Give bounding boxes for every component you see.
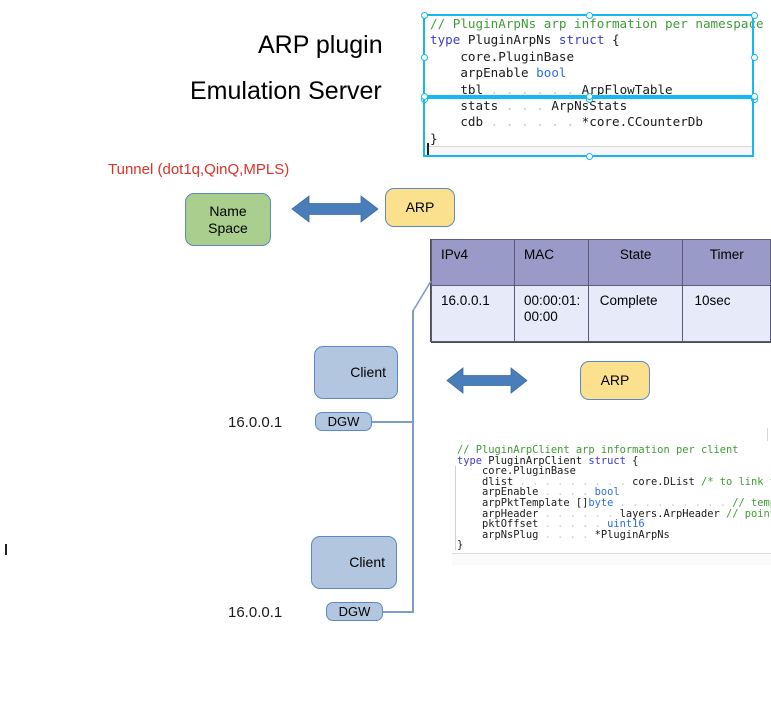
- ip-label-bottom: 16.0.0.1: [228, 604, 283, 621]
- selection-frame-lower[interactable]: [420, 92, 758, 160]
- resize-handle-e[interactable]: [751, 54, 758, 61]
- resize-handle-nw[interactable]: [420, 11, 428, 19]
- resize-handle-n2[interactable]: [586, 92, 593, 100]
- code-client-indent-guide: [455, 466, 456, 550]
- cell-mac-line2: 00:00: [523, 308, 558, 324]
- connector-diagonal-to-table: [412, 280, 432, 312]
- node-dgw-top[interactable]: DGW: [315, 412, 372, 431]
- tunnel-annotation: Tunnel (dot1q,QinQ,MPLS): [108, 161, 290, 178]
- node-arp-top[interactable]: ARP: [385, 188, 455, 227]
- code-block-plugin-arp-client[interactable]: // PluginArpClient arp information per c…: [452, 441, 771, 565]
- connector-stub-bottom-client: [412, 520, 414, 612]
- code-client-bottom-bar: [452, 553, 771, 565]
- resize-handle-s2[interactable]: [586, 153, 593, 160]
- resize-handle-ne2[interactable]: [751, 92, 758, 100]
- connector-branch-dgw-top: [370, 421, 413, 423]
- selection-frame-upper[interactable]: [420, 11, 758, 103]
- node-name-space-line1: Name: [209, 202, 247, 219]
- cell-timer: 10sec: [682, 285, 771, 342]
- connector-stub-top-client: [412, 341, 414, 422]
- code-block-plugin-arp-ns[interactable]: // PluginArpNs arp information per names…: [420, 11, 764, 160]
- ip-label-top: 16.0.0.1: [228, 414, 283, 431]
- cell-state: Complete: [587, 285, 684, 342]
- cell-mac: 00:00:01: 00:00: [513, 285, 589, 342]
- code-text-plugin-arp-client: // PluginArpClient arp information per c…: [457, 444, 771, 552]
- page-title-emulation-server: Emulation Server: [190, 77, 382, 105]
- double-arrow-client-arp: [446, 367, 528, 394]
- connector-branch-dgw-bottom: [379, 611, 413, 613]
- cell-ipv4: 16.0.0.1: [431, 285, 515, 342]
- table-header-mac: MAC: [513, 239, 589, 286]
- resize-handle-ne[interactable]: [751, 11, 758, 19]
- node-arp-mid[interactable]: ARP: [580, 361, 650, 400]
- node-client-bottom[interactable]: Client: [311, 536, 397, 589]
- table-row: 16.0.0.1 00:00:01: 00:00 Complete 10sec: [431, 285, 771, 342]
- text-caret-client: [5, 544, 7, 555]
- node-name-space-line2: Space: [208, 219, 248, 236]
- arp-entries-table: IPv4 MAC State Timer 16.0.0.1 00:00:01: …: [431, 239, 771, 342]
- table-header-timer: Timer: [682, 239, 771, 286]
- table-header-state: State: [587, 239, 684, 286]
- node-name-space[interactable]: Name Space: [185, 193, 271, 246]
- resize-handle-w[interactable]: [420, 54, 428, 61]
- table-header-ipv4: IPv4: [431, 239, 515, 286]
- double-arrow-namespace-arp: [291, 195, 379, 223]
- node-client-top[interactable]: Client: [314, 346, 398, 399]
- table-header-row: IPv4 MAC State Timer: [431, 239, 771, 286]
- resize-handle-n[interactable]: [586, 11, 593, 19]
- node-dgw-bottom[interactable]: DGW: [326, 602, 383, 621]
- resize-handle-nw2[interactable]: [420, 92, 428, 100]
- page-title-arp-plugin: ARP plugin: [258, 31, 383, 59]
- cell-mac-line1: 00:00:01:: [523, 293, 581, 308]
